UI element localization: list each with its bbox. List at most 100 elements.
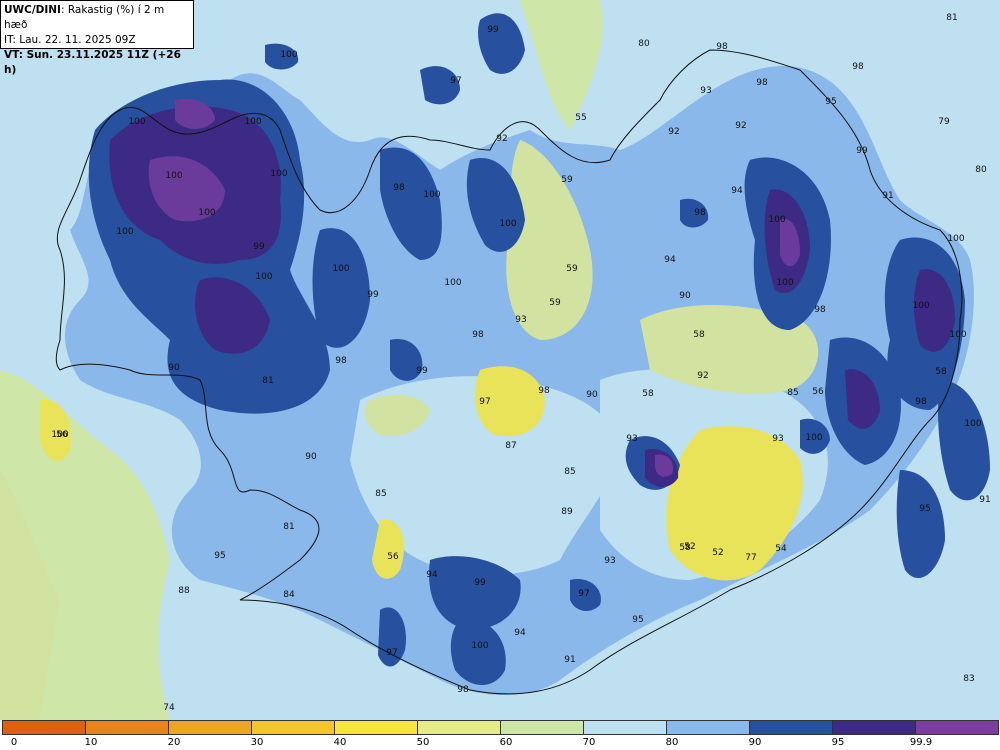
contour-label: 77 [745,553,756,563]
contour-label: 93 [515,315,526,325]
contour-label: 58 [693,330,705,340]
humidity-map[interactable]: 81 99 80 100 97 98 98 98 93 55 92 92 95 79 100 100 100 92… [0,0,1000,720]
contour-label: 93 [604,556,615,566]
contour-label: 98 [393,183,405,193]
contour-label: 100 [165,171,182,181]
contour-label: 90 [679,291,691,301]
contour-label: 100 [270,169,287,179]
legend-swatch [334,720,418,735]
contour-label: 98 [915,397,927,407]
legend-swatch [583,720,667,735]
contour-label: 100 [912,301,929,311]
contour-label: 94 [664,255,676,265]
contour-label: 85 [375,489,386,499]
contour-label: 98 [538,386,550,396]
contour-label: 97 [386,648,397,658]
contour-label: 91 [979,495,990,505]
contour-label: 100 [964,419,981,429]
legend-swatch [2,720,86,735]
contour-label: 98 [694,208,706,218]
legend-tick-label: 20 [167,737,181,748]
legend-tick-label: 99.9 [909,737,933,748]
contour-label: 95 [825,97,836,107]
contour-label: 85 [564,467,575,477]
contour-label: 98 [335,356,347,366]
contour-label: 99 [253,242,265,252]
title-line: UWC/DINI: Rakastig (%) í 2 m hæð [4,3,190,33]
contour-label: 91 [882,191,893,201]
contour-label: 87 [505,441,516,451]
contour-label: 56 [387,552,399,562]
contour-label: 99 [487,25,499,35]
contour-label: 95 [919,504,930,514]
contour-label: 97 [479,397,490,407]
contour-label: 100 [499,219,516,229]
contour-label: 97 [450,76,461,86]
contour-label: 100 [332,264,349,274]
contour-label: 100 [947,234,964,244]
contour-label: 95 [632,615,643,625]
legend-swatch [832,720,916,735]
contour-label: 83 [963,674,974,684]
contour-label: 80 [975,165,987,175]
contour-label: 90 [305,452,317,462]
contour-label: 89 [561,507,573,517]
contour-label: 85 [787,388,798,398]
legend-swatch [666,720,750,735]
contour-label: 92 [496,134,507,144]
contour-label: 55 [575,113,586,123]
contour-label: 92 [668,127,679,137]
contour-label: 59 [561,175,573,185]
legend-tick-label: 70 [582,737,596,748]
contour-label: 100 [471,641,488,651]
contour-label: 98 [716,42,728,52]
contour-label: 92 [697,371,708,381]
legend-swatch [168,720,252,735]
contour-label: 56 [812,387,824,397]
contour-label: 100 [423,190,440,200]
contour-label: 95 [214,551,225,561]
init-time: IT: Lau. 22. 11. 2025 09Z [4,34,136,46]
contour-label: 93 [772,434,783,444]
contour-label: 94 [514,628,526,638]
contour-label: 81 [262,376,273,386]
contour-label: 52 [712,548,723,558]
legend-swatch [915,720,999,735]
legend-tick-label: 60 [499,737,513,748]
valid-time: VT: Sun. 23.11.2025 11Z (+26 h) [4,49,181,76]
legend-swatch [500,720,584,735]
legend-tick-label: 0 [10,737,18,748]
legend-tick-label: 30 [250,737,264,748]
contour-label: 98 [457,685,469,695]
legend-tick-label: 80 [665,737,679,748]
color-legend: 0 10 20 30 40 50 60 70 80 90 95 99.9 [0,720,1000,750]
contour-label: 79 [938,117,950,127]
contour-label: 99 [856,146,868,156]
contour-label: 93 [626,434,637,444]
contour-label: 98 [852,62,864,72]
contour-label: 99 [367,290,379,300]
contour-label: 58 [642,389,654,399]
contour-label: 93 [700,86,711,96]
contour-label: 59 [566,264,578,274]
contour-label: 84 [283,590,295,600]
map-info-box: UWC/DINI: Rakastig (%) í 2 m hæð IT: Lau… [0,0,194,76]
contour-label: 97 [578,589,589,599]
contour-label: 98 [472,330,484,340]
contour-label: 94 [731,186,743,196]
contour-label: 100 [255,272,272,282]
contour-label: 99 [474,578,486,588]
contour-label: 90 [586,390,598,400]
contour-label: 91 [564,655,575,665]
contour-label: 100 [805,433,822,443]
legend-swatch [85,720,169,735]
contour-label: 100 [768,215,785,225]
contour-label: 58 [935,367,947,377]
contour-label: 88 [178,586,190,596]
contour-label: 100 [776,278,793,288]
contour-label: 98 [814,305,826,315]
contour-label: 54 [775,544,787,554]
contour-label: 59 [549,298,561,308]
contour-label: 100 [198,208,215,218]
contour-label: 52 [684,542,695,552]
